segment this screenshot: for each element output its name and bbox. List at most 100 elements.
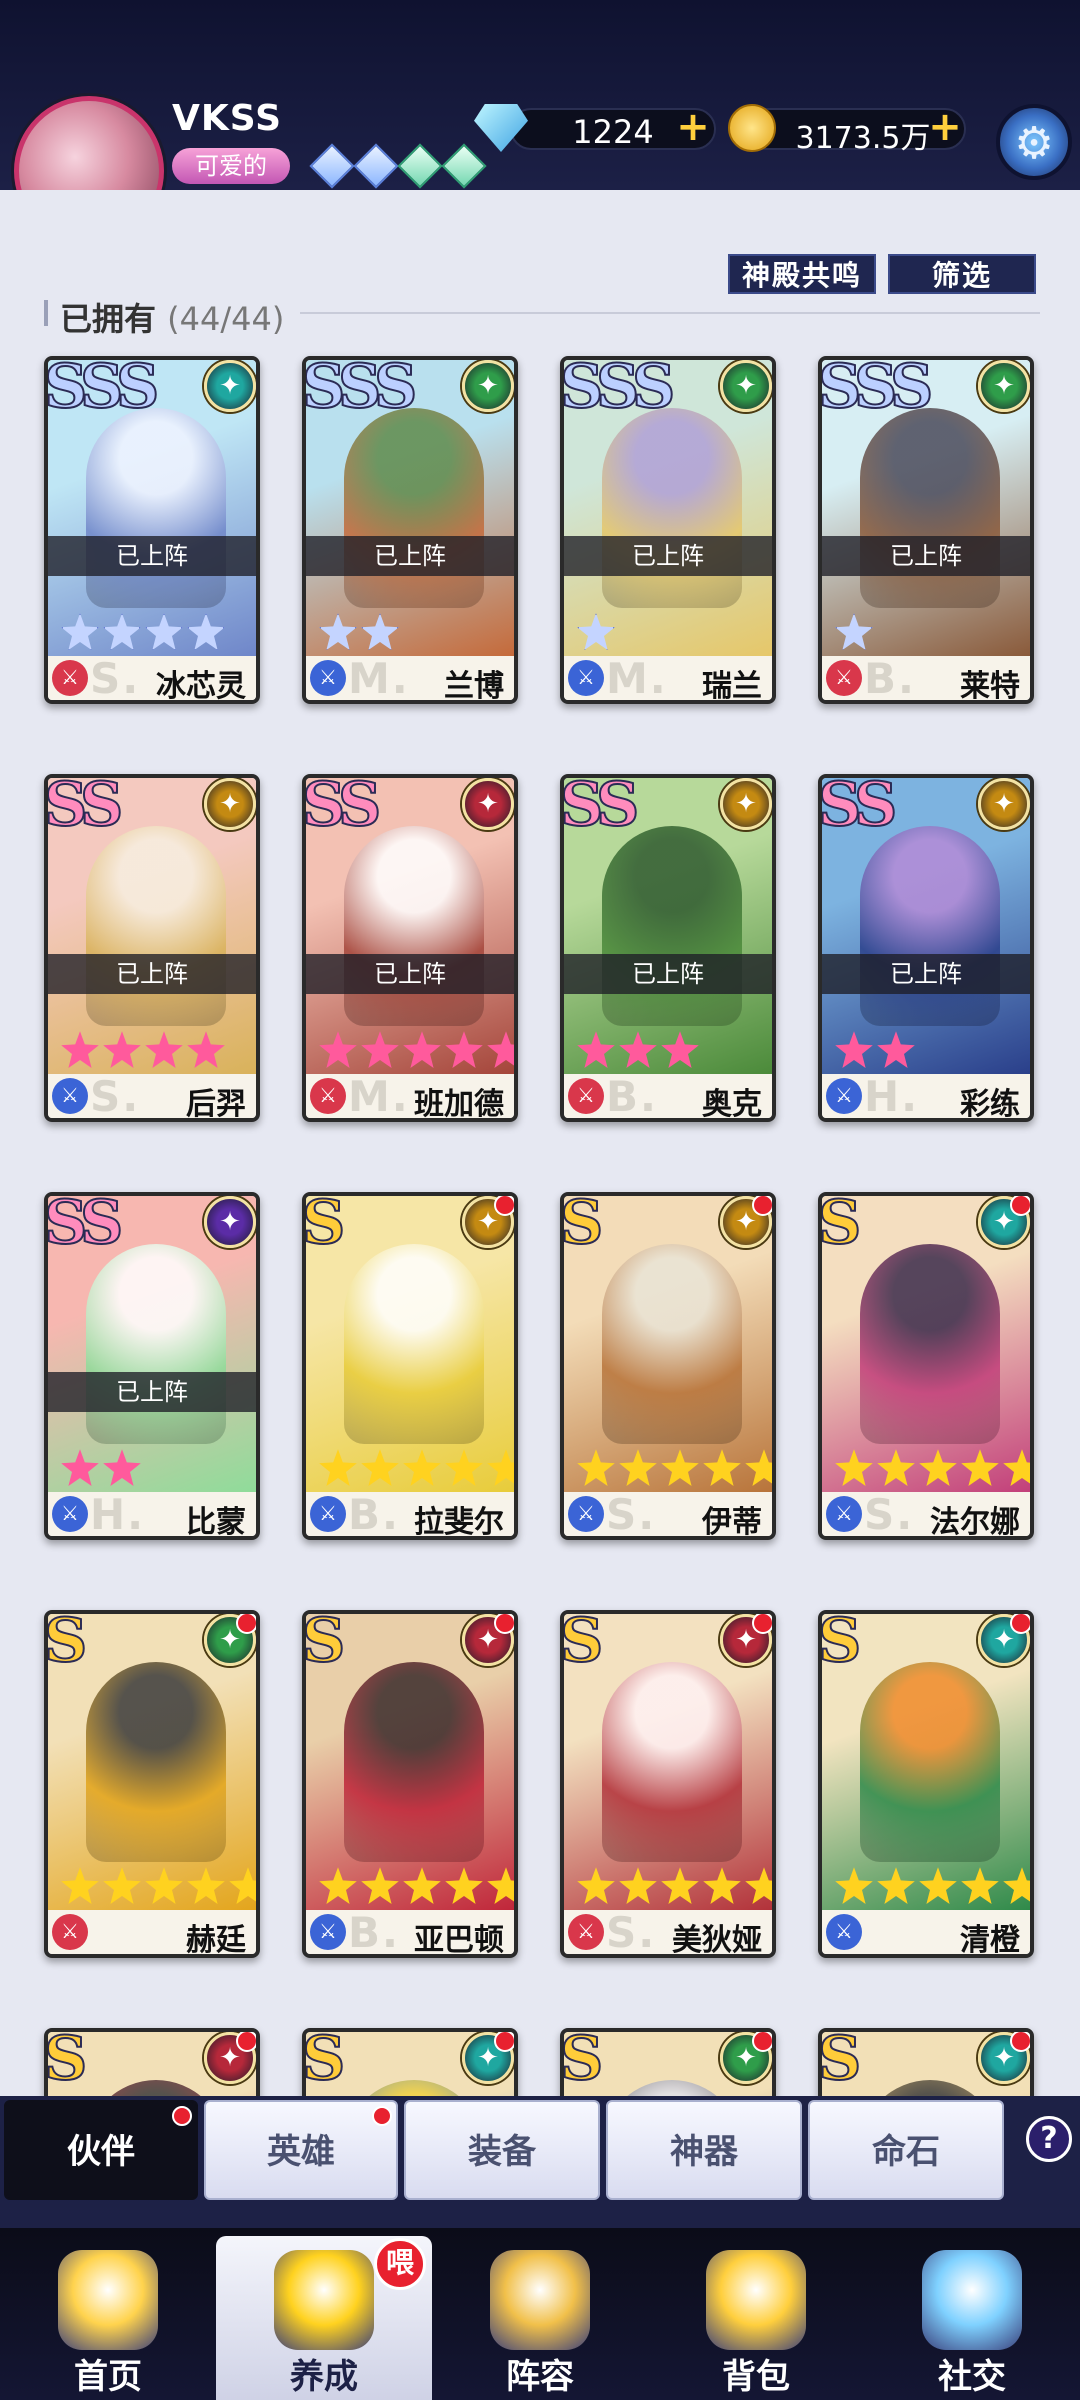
add-gold-button[interactable]: + [928, 107, 962, 147]
player-title-badge[interactable]: 可爱的 [172, 148, 290, 184]
star-icon [403, 1449, 441, 1486]
class-icon: ⚔ [826, 1914, 862, 1950]
rank-gem-icon [397, 143, 443, 189]
backpack-icon [706, 2250, 806, 2350]
filter-button[interactable]: 筛选 [888, 254, 1036, 294]
hero-figure [860, 1662, 1000, 1862]
add-diamond-button[interactable]: + [676, 107, 710, 147]
star-icon [487, 1449, 514, 1486]
roster-panel: 神殿共鸣 筛选 已拥有 (44/44) SSS ✦ 已上阵 S. 冰芯灵 ⚔ SSS ✦ 已上阵… [0, 190, 1080, 2096]
class-icon: ⚔ [568, 660, 604, 696]
star-icon [145, 1867, 183, 1904]
hero-card[interactable]: S ✦ B. 拉斐尔 ⚔ [302, 1192, 518, 1540]
tier-watermark: S. [606, 1490, 657, 1539]
star-icon [835, 1031, 873, 1068]
tier-watermark: B. [348, 1908, 400, 1957]
star-icon [445, 1449, 483, 1486]
element-icon: ✦ [462, 360, 514, 412]
notification-dot [494, 1196, 514, 1216]
hero-figure [860, 1244, 1000, 1444]
nav-item[interactable]: 首页 [0, 2236, 216, 2400]
hero-card[interactable]: S ✦ S. 美狄娅 ⚔ [560, 1610, 776, 1958]
rank-gem-icon [441, 143, 487, 189]
star-icon [877, 1867, 915, 1904]
tier-watermark: B. [864, 654, 916, 703]
hero-card[interactable]: S ✦ S. 伊蒂 ⚔ [560, 1192, 776, 1540]
hero-figure [860, 826, 1000, 1026]
hero-card[interactable]: SSS ✦ 已上阵 M. 瑞兰 ⚔ [560, 356, 776, 704]
hero-card[interactable]: SS ✦ 已上阵 H. 彩练 ⚔ [818, 774, 1034, 1122]
sub-tab-label: 英雄 [267, 2132, 335, 2172]
star-icon [661, 1031, 699, 1068]
star-icon [187, 1867, 225, 1904]
notification-dot [1010, 1614, 1030, 1634]
owned-label: 已拥有 [60, 300, 157, 338]
sub-tab-label: 神器 [670, 2132, 738, 2172]
notification-dot [752, 1614, 772, 1634]
hero-card[interactable]: S ✦ [818, 2028, 1034, 2096]
hero-figure [602, 408, 742, 608]
deployed-status: 已上阵 [306, 536, 514, 576]
resonance-button[interactable]: 神殿共鸣 [728, 254, 876, 294]
hero-card[interactable]: S ✦ 赫廷 ⚔ [44, 1610, 260, 1958]
hero-card[interactable]: S ✦ [44, 2028, 260, 2096]
star-rating [60, 1866, 256, 1906]
element-icon: ✦ [720, 778, 772, 830]
nav-item[interactable]: 社交 [864, 2236, 1080, 2400]
hero-rank: S [560, 1192, 604, 1259]
tier-watermark: B. [348, 1490, 400, 1539]
nav-badge: 喂 [374, 2238, 426, 2290]
hero-card[interactable]: SS ✦ 已上阵 H. 比蒙 ⚔ [44, 1192, 260, 1540]
star-icon [745, 1449, 772, 1486]
owned-heading: 已拥有 (44/44) [60, 294, 284, 340]
sub-tab[interactable]: 伙伴 [4, 2100, 198, 2200]
nav-item[interactable]: 背包 [648, 2236, 864, 2400]
tier-watermark: H. [90, 1490, 146, 1539]
deployed-status: 已上阵 [564, 536, 772, 576]
element-icon: ✦ [204, 360, 256, 412]
deployed-status: 已上阵 [822, 536, 1030, 576]
hero-card[interactable]: S ✦ 清橙 ⚔ [818, 1610, 1034, 1958]
hero-figure [86, 826, 226, 1026]
hero-figure [86, 1244, 226, 1444]
element-icon: ✦ [978, 778, 1030, 830]
hero-card[interactable]: S ✦ S. 法尔娜 ⚔ [818, 1192, 1034, 1540]
nav-item[interactable]: 养成 喂 [216, 2236, 432, 2400]
hero-name: 奥克 [702, 1087, 762, 1122]
class-icon: ⚔ [826, 660, 862, 696]
hero-card[interactable]: S ✦ [302, 2028, 518, 2096]
star-icon [361, 1031, 399, 1068]
class-icon: ⚔ [52, 1496, 88, 1532]
nav-label: 背包 [722, 2357, 790, 2397]
star-rating [318, 1448, 514, 1488]
deployed-status: 已上阵 [564, 954, 772, 994]
sub-tab[interactable]: 神器 [606, 2100, 802, 2200]
settings-gear-icon[interactable]: ⚙ [996, 104, 1072, 180]
sub-tab[interactable]: 装备 [404, 2100, 600, 2200]
sub-tab[interactable]: 英雄 [204, 2100, 398, 2200]
sub-tab[interactable]: 命石 [808, 2100, 1004, 2200]
star-rating [60, 612, 228, 652]
hero-card[interactable]: SSS ✦ 已上阵 B. 莱特 ⚔ [818, 356, 1034, 704]
hero-card[interactable]: SS ✦ 已上阵 M. 班加德 ⚔ [302, 774, 518, 1122]
hero-name: 冰芯灵 [156, 669, 246, 704]
hero-name: 亚巴顿 [414, 1923, 504, 1958]
class-icon: ⚔ [310, 660, 346, 696]
hero-card[interactable]: SS ✦ 已上阵 S. 后羿 ⚔ [44, 774, 260, 1122]
hero-rank: SS [302, 774, 382, 841]
star-icon [361, 1867, 399, 1904]
nav-item[interactable]: 阵容 [432, 2236, 648, 2400]
hero-card[interactable]: S ✦ [560, 2028, 776, 2096]
hero-rank: S [818, 1610, 862, 1677]
hero-card[interactable]: SSS ✦ 已上阵 M. 兰博 ⚔ [302, 356, 518, 704]
hero-card[interactable]: S ✦ B. 亚巴顿 ⚔ [302, 1610, 518, 1958]
hero-card[interactable]: SSS ✦ 已上阵 S. 冰芯灵 ⚔ [44, 356, 260, 704]
class-icon: ⚔ [826, 1078, 862, 1114]
nav-label: 养成 [290, 2357, 358, 2397]
star-icon [835, 1867, 873, 1904]
star-icon [577, 1867, 615, 1904]
help-icon[interactable]: ? [1026, 2116, 1072, 2162]
hero-card[interactable]: SS ✦ 已上阵 B. 奥克 ⚔ [560, 774, 776, 1122]
hero-figure [602, 1662, 742, 1862]
hero-rank: S [302, 1610, 346, 1677]
